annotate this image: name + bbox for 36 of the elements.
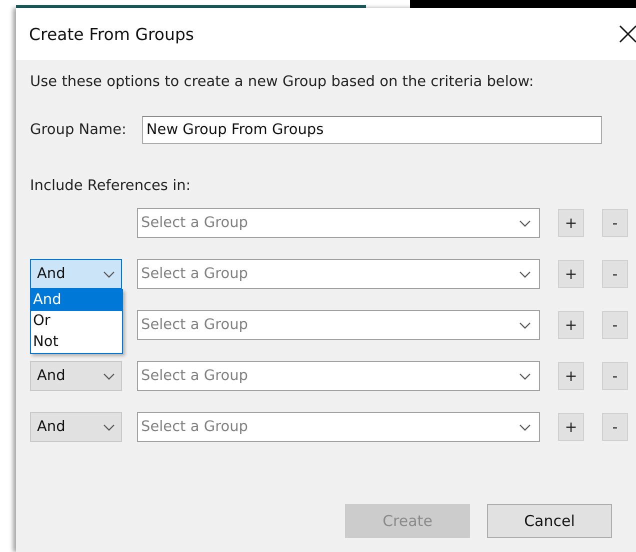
group-dropdown[interactable]: Select a Group: [137, 412, 540, 442]
chevron-down-icon: [519, 270, 531, 278]
chevron-down-icon: [519, 372, 531, 380]
close-icon: [619, 25, 636, 43]
chevron-down-icon: [103, 372, 115, 380]
add-button[interactable]: +: [558, 209, 584, 237]
group-name-label: Group Name:: [30, 122, 126, 138]
add-button[interactable]: +: [558, 362, 584, 390]
group-dropdown[interactable]: Select a Group: [137, 259, 540, 289]
remove-button[interactable]: -: [602, 362, 628, 390]
operator-dropdown[interactable]: And: [30, 361, 122, 391]
operator-option[interactable]: And: [31, 290, 122, 311]
add-button[interactable]: +: [558, 260, 584, 288]
group-dropdown[interactable]: Select a Group: [137, 208, 540, 238]
add-button[interactable]: +: [558, 413, 584, 441]
operator-option[interactable]: Or: [31, 311, 122, 332]
chevron-down-icon: [519, 220, 531, 226]
remove-button[interactable]: -: [602, 209, 628, 237]
add-button[interactable]: +: [558, 311, 584, 339]
chevron-down-icon: [519, 424, 531, 430]
dialog-button[interactable]: Cancel: [487, 504, 612, 538]
chevron-down-icon: [519, 322, 531, 328]
window-title: Create From Groups: [29, 24, 194, 44]
chevron-down-icon: [103, 270, 115, 278]
references-label: Include References in:: [30, 178, 192, 194]
operator-dropdown[interactable]: And: [30, 259, 122, 289]
remove-button[interactable]: -: [602, 260, 628, 288]
chevron-down-icon: [103, 424, 115, 430]
group-name-field[interactable]: New Group From Groups: [142, 116, 602, 144]
operator-option[interactable]: Not: [31, 332, 122, 353]
remove-button[interactable]: -: [602, 413, 628, 441]
operator-dropdown[interactable]: And: [30, 412, 122, 442]
group-dropdown[interactable]: Select a Group: [137, 310, 540, 340]
group-dropdown[interactable]: Select a Group: [137, 361, 540, 391]
intro-text: Use these options to create a new Group based on the criteria below:: [30, 74, 535, 90]
remove-button[interactable]: -: [602, 311, 628, 339]
